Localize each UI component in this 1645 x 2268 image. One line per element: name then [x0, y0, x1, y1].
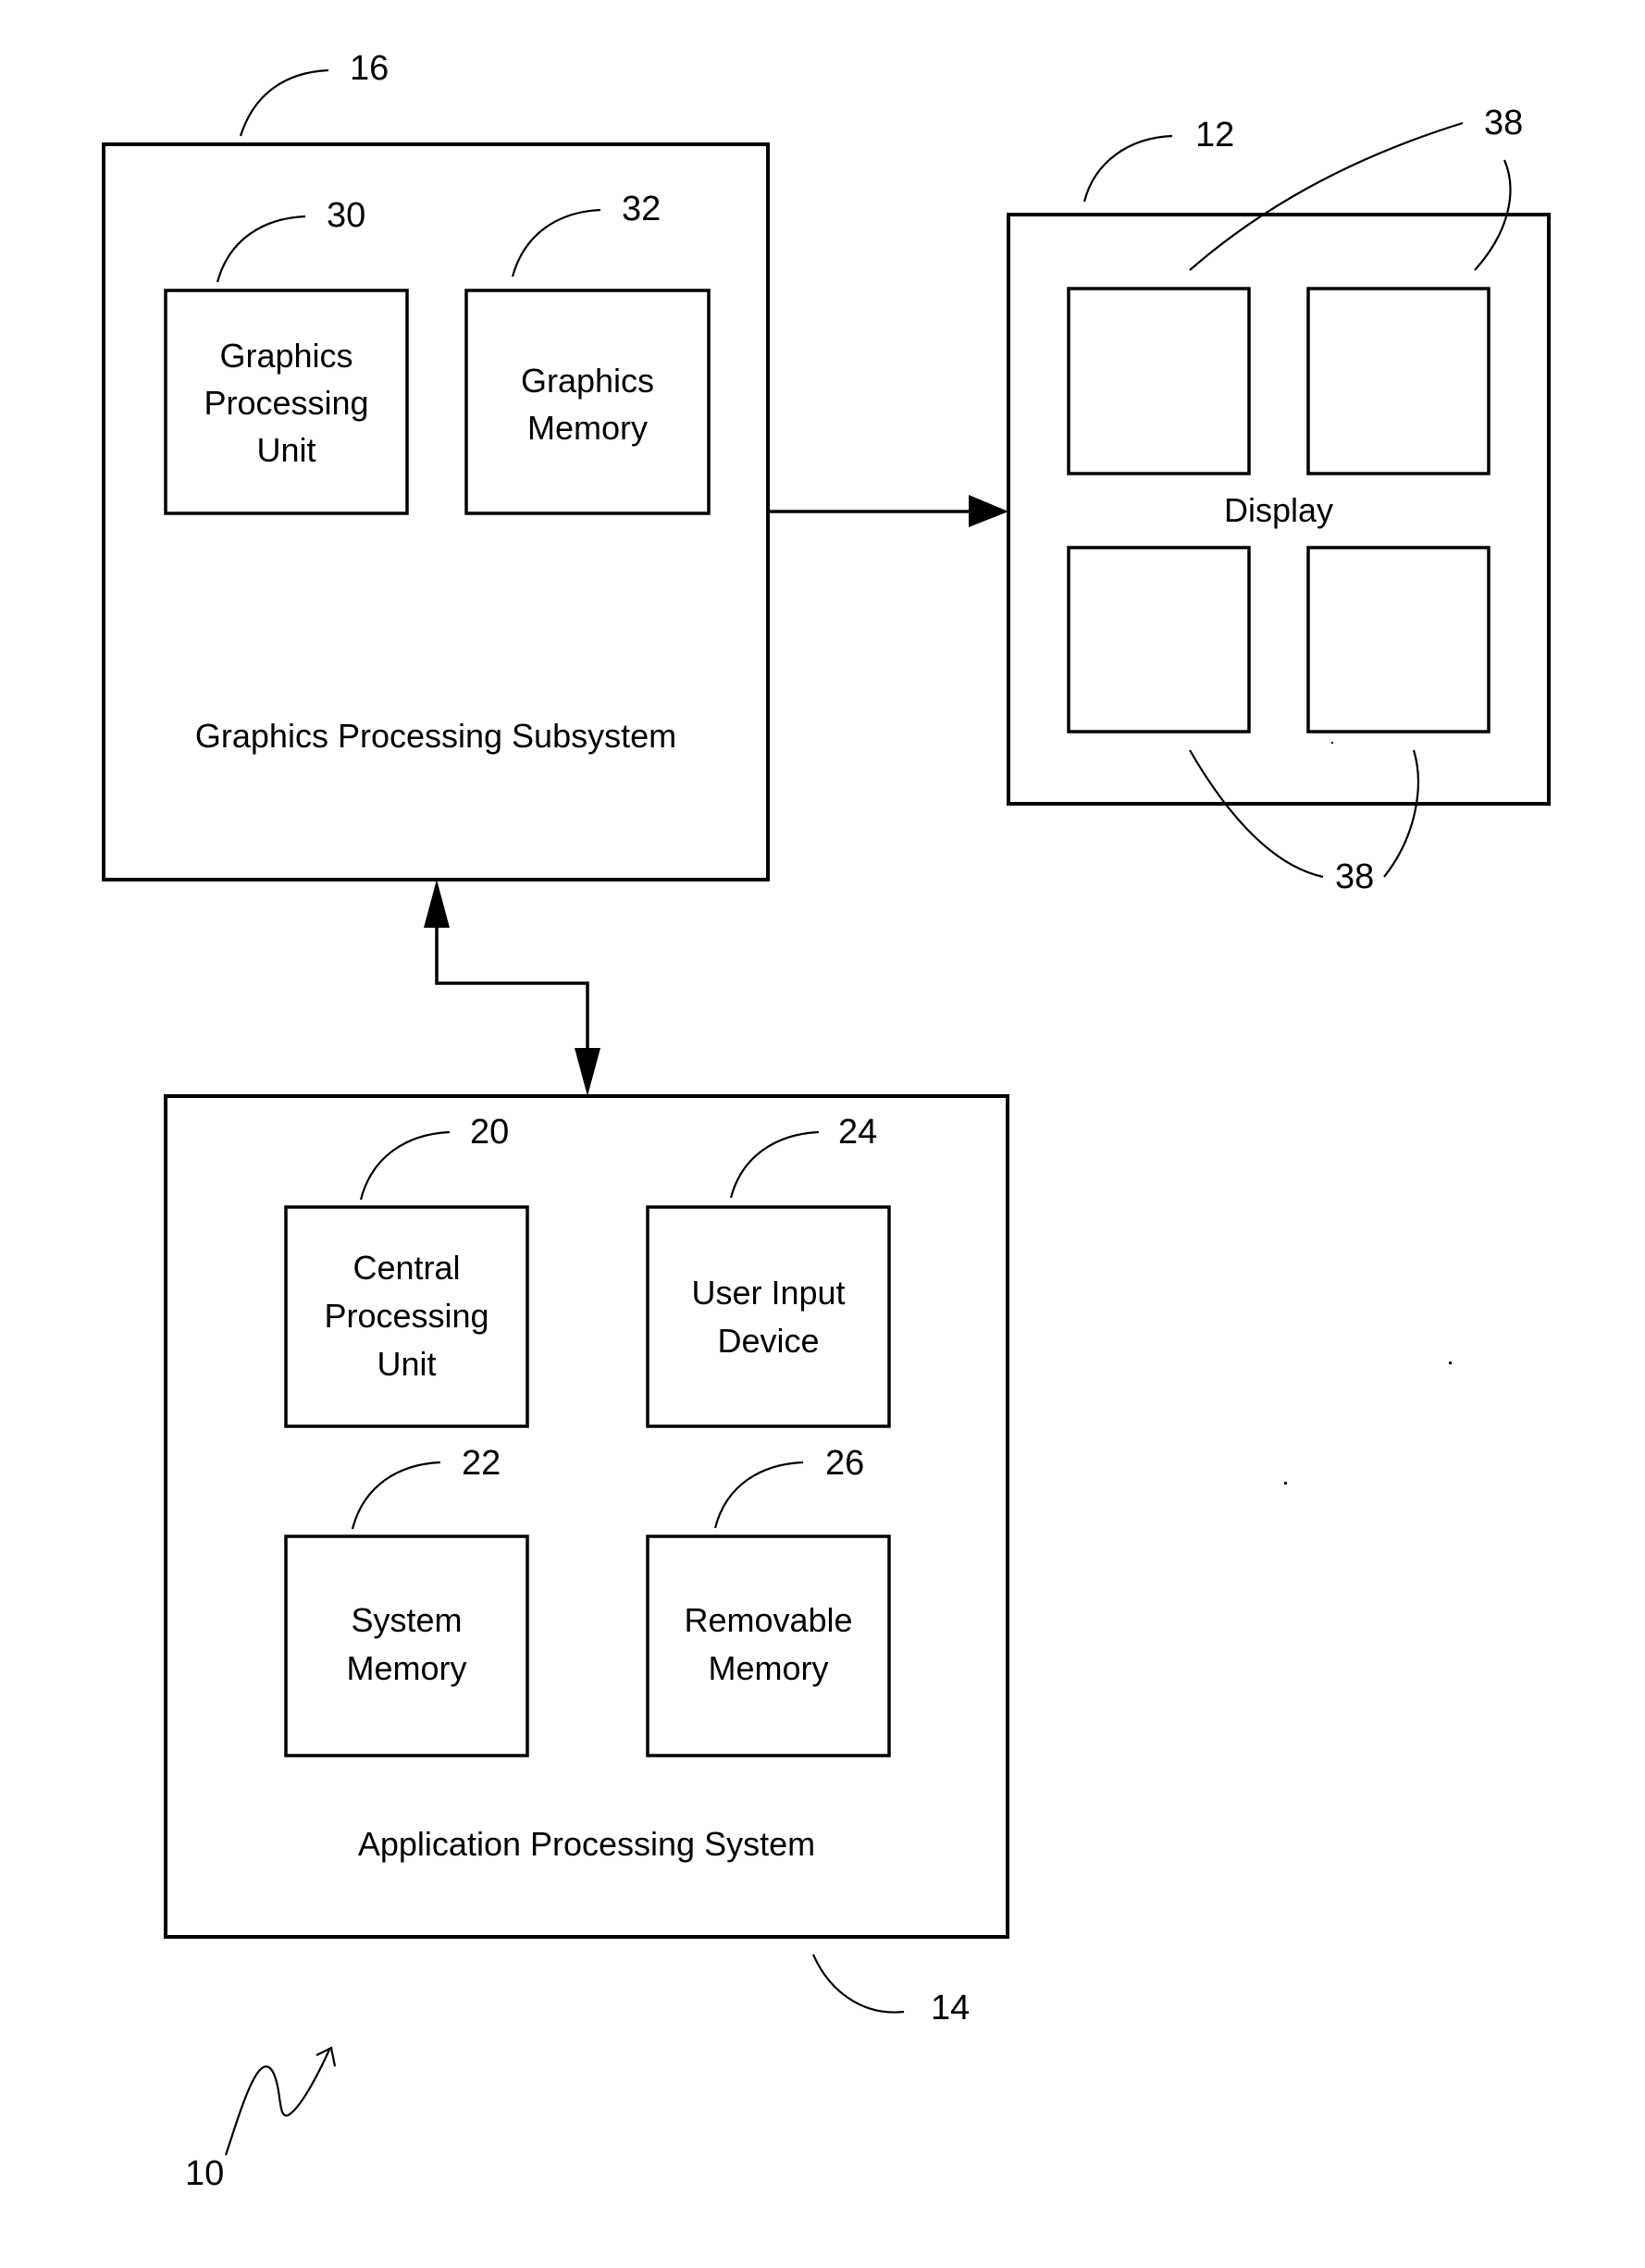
connector-path [435, 925, 589, 1051]
connector-down-arrowhead [575, 1048, 600, 1096]
cpu-label-line-1: Central [352, 1249, 460, 1287]
block-diagram: 16 Graphics Processing Unit 30 Graphics … [102, 49, 1551, 2193]
display-region-top-left [1067, 287, 1251, 475]
user-input-box [646, 1205, 891, 1428]
system-memory-label-line-1: System [351, 1601, 462, 1639]
ref-32: 32 [622, 190, 661, 228]
ref-16: 16 [350, 49, 389, 88]
display-region-top-right [1306, 287, 1490, 475]
ref-38-bottom: 38 [1335, 857, 1374, 896]
display-title: Display [1224, 491, 1333, 529]
ref-22: 22 [462, 1444, 501, 1483]
scan-speck [1284, 1482, 1287, 1485]
removable-memory-label-line-2: Memory [708, 1649, 828, 1687]
ref-12: 12 [1195, 116, 1234, 154]
ref-30: 30 [327, 196, 365, 235]
gpu-label-line-3: Unit [256, 431, 315, 469]
graphics-subsystem-title: Graphics Processing Subsystem [195, 717, 676, 755]
system-reference: 10 [185, 2046, 337, 2193]
application-system-title: Application Processing System [358, 1825, 815, 1863]
graphics-memory-label-line-1: Graphics [521, 362, 654, 400]
ref-10: 10 [185, 2154, 224, 2193]
user-input-label-line-2: Device [717, 1322, 819, 1360]
connector-up-arrowhead [424, 880, 450, 928]
removable-memory-label-line-1: Removable [684, 1601, 852, 1639]
ref-16-leader [239, 68, 329, 137]
graphics-memory-label-line-2: Memory [527, 409, 648, 447]
ref-38-top: 38 [1484, 104, 1523, 142]
removable-memory-box [646, 1535, 891, 1757]
ref-10-squiggle [224, 2049, 330, 2156]
system-memory-box [284, 1535, 529, 1757]
ref-24: 24 [838, 1113, 877, 1152]
display: Display 12 38 38 [1007, 104, 1551, 896]
cpu-label-line-2: Processing [324, 1297, 489, 1335]
scan-speck [1331, 742, 1333, 744]
cpu-label-line-3: Unit [377, 1345, 436, 1383]
graphics-processing-subsystem: 16 Graphics Processing Unit 30 Graphics … [102, 49, 770, 881]
application-processing-system: Central Processing Unit 20 User Input De… [164, 1094, 1009, 2028]
scan-speck [1449, 1362, 1452, 1364]
ref-14: 14 [931, 1989, 970, 2028]
ref-20: 20 [470, 1113, 509, 1152]
arrow-to-display-head [969, 495, 1008, 527]
gpu-label-line-2: Processing [204, 384, 368, 422]
user-input-label-line-1: User Input [691, 1274, 845, 1312]
display-region-bottom-left [1067, 546, 1251, 733]
ref-12-leader [1082, 134, 1173, 203]
bidirectional-connector [424, 880, 600, 1096]
graphics-memory-box [464, 289, 711, 515]
display-region-bottom-right [1306, 546, 1490, 733]
ref-26: 26 [825, 1444, 864, 1483]
system-memory-label-line-2: Memory [346, 1649, 466, 1687]
ref-14-leader [811, 1954, 905, 2014]
gpu-label-line-1: Graphics [219, 337, 352, 375]
arrow-to-display [768, 495, 1008, 527]
